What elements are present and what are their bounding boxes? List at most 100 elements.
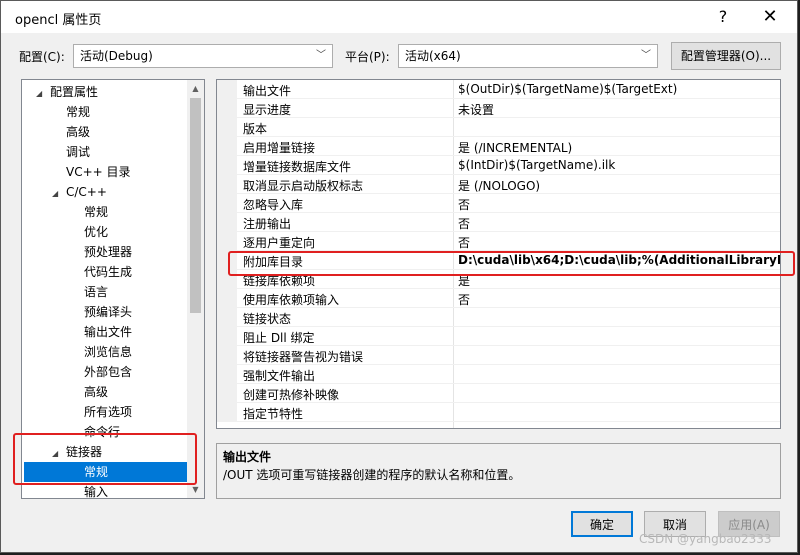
platform-select[interactable]: 活动(x64) ﹀: [398, 44, 658, 68]
tree-item[interactable]: ◢ C/C++: [22, 182, 187, 202]
help-button[interactable]: ?: [709, 5, 737, 29]
tree-item-label: 调试: [66, 145, 91, 159]
property-row[interactable]: 逐用户重定向 否: [217, 232, 780, 251]
property-row[interactable]: 取消显示启动版权标志 是 (/NOLOGO): [217, 175, 780, 194]
property-row[interactable]: 将链接器警告视为错误: [217, 346, 780, 365]
config-manager-button[interactable]: 配置管理器(O)...: [671, 42, 781, 70]
config-label: 配置(C):: [19, 50, 65, 64]
tree-item-label: C/C++: [66, 185, 107, 199]
watermark: CSDN @yangbao2333: [639, 532, 772, 546]
property-row[interactable]: 显示进度 未设置: [217, 99, 780, 118]
property-name: 版本: [243, 122, 268, 136]
tree-item[interactable]: 常规: [22, 202, 187, 222]
property-row[interactable]: 创建可热修补映像: [217, 384, 780, 403]
property-name: 指定节特性: [243, 407, 304, 421]
property-row[interactable]: 指定节特性: [217, 403, 780, 422]
property-row[interactable]: 版本: [217, 118, 780, 137]
property-value[interactable]: 否: [458, 215, 470, 232]
chevron-down-icon: ﹀: [316, 50, 326, 61]
tree-item[interactable]: 所有选项: [22, 402, 187, 422]
row-gutter: [217, 156, 237, 174]
row-gutter: [217, 308, 237, 326]
property-name: 显示进度: [243, 103, 292, 117]
property-row[interactable]: 阻止 Dll 绑定: [217, 327, 780, 346]
tree-item[interactable]: 输出文件: [22, 322, 187, 342]
property-row[interactable]: 忽略导入库 否: [217, 194, 780, 213]
tree-item[interactable]: 预编译头: [22, 302, 187, 322]
property-name: 输出文件: [243, 84, 292, 98]
property-row[interactable]: 链接状态: [217, 308, 780, 327]
row-gutter: [217, 403, 237, 421]
tree-item[interactable]: 预处理器: [22, 242, 187, 262]
config-select-value: 活动(Debug): [80, 49, 153, 63]
row-gutter: [217, 384, 237, 402]
row-gutter: [217, 80, 237, 98]
row-gutter: [217, 175, 237, 193]
tree-item-label: 输入: [84, 485, 109, 499]
tree-item[interactable]: 语言: [22, 282, 187, 302]
property-name: 取消显示启动版权标志: [243, 179, 364, 193]
tree-item[interactable]: 高级: [22, 122, 187, 142]
property-row[interactable]: 启用增量链接 是 (/INCREMENTAL): [217, 137, 780, 156]
tree-item-label: 预处理器: [84, 245, 133, 259]
property-value[interactable]: 是 (/NOLOGO): [458, 177, 540, 194]
scroll-up-icon[interactable]: ▲: [187, 80, 204, 97]
property-row[interactable]: 增量链接数据库文件 $(IntDir)$(TargetName).ilk: [217, 156, 780, 175]
tree-item[interactable]: 代码生成: [22, 262, 187, 282]
tree-item[interactable]: 常规: [22, 102, 187, 122]
property-name: 增量链接数据库文件: [243, 160, 352, 174]
expand-triangle-icon[interactable]: ◢: [52, 184, 66, 204]
tree-item[interactable]: 调试: [22, 142, 187, 162]
tree-item-label: 优化: [84, 225, 109, 239]
property-name: 强制文件输出: [243, 369, 316, 383]
config-select[interactable]: 活动(Debug) ﹀: [73, 44, 333, 68]
property-name: 逐用户重定向: [243, 236, 316, 250]
tree-item-label: 高级: [84, 385, 109, 399]
tree-item[interactable]: 优化: [22, 222, 187, 242]
property-name: 启用增量链接: [243, 141, 316, 155]
highlight-linker-box: [13, 433, 197, 485]
property-value[interactable]: 未设置: [458, 101, 494, 118]
property-row[interactable]: 注册输出 否: [217, 213, 780, 232]
window-title: opencl 属性页: [15, 13, 102, 28]
property-value[interactable]: $(IntDir)$(TargetName).ilk: [458, 158, 615, 172]
tree-item-label: 常规: [84, 205, 109, 219]
property-name: 注册输出: [243, 217, 292, 231]
tree-item-label: 代码生成: [84, 265, 133, 279]
row-gutter: [217, 365, 237, 383]
row-gutter: [217, 289, 237, 307]
tree-item[interactable]: 浏览信息: [22, 342, 187, 362]
tree-item-label: VC++ 目录: [66, 165, 131, 179]
ok-button[interactable]: 确定: [571, 511, 633, 537]
property-row[interactable]: 输出文件 $(OutDir)$(TargetName)$(TargetExt): [217, 80, 780, 99]
property-row[interactable]: 强制文件输出: [217, 365, 780, 384]
property-value[interactable]: 否: [458, 291, 470, 308]
property-value[interactable]: $(OutDir)$(TargetName)$(TargetExt): [458, 82, 677, 96]
row-gutter: [217, 137, 237, 155]
tree-item-label: 常规: [66, 105, 91, 119]
tree-item[interactable]: 高级: [22, 382, 187, 402]
tree-item[interactable]: ◢ 配置属性: [22, 82, 187, 102]
property-value[interactable]: 是 (/INCREMENTAL): [458, 139, 572, 156]
tree-item-label: 预编译头: [84, 305, 133, 319]
title-bar: opencl 属性页 ? ✕: [1, 1, 797, 33]
property-row[interactable]: 使用库依赖项输入 否: [217, 289, 780, 308]
row-gutter: [217, 118, 237, 136]
property-value[interactable]: 否: [458, 234, 470, 251]
property-value[interactable]: 否: [458, 196, 470, 213]
tree-item-label: 外部包含: [84, 365, 133, 379]
property-name: 链接状态: [243, 312, 292, 326]
tree-item[interactable]: 外部包含: [22, 362, 187, 382]
property-name: 创建可热修补映像: [243, 388, 340, 402]
platform-select-value: 活动(x64): [405, 49, 461, 63]
tree-item-label: 配置属性: [50, 85, 99, 99]
property-name: 使用库依赖项输入: [243, 293, 340, 307]
description-text: /OUT 选项可重写链接器创建的程序的默认名称和位置。: [223, 468, 521, 482]
scrollbar-thumb[interactable]: [190, 98, 201, 313]
expand-triangle-icon[interactable]: ◢: [36, 84, 50, 104]
close-button[interactable]: ✕: [753, 4, 787, 30]
tree-item[interactable]: VC++ 目录: [22, 162, 187, 182]
row-gutter: [217, 346, 237, 364]
row-gutter: [217, 99, 237, 117]
row-gutter: [217, 232, 237, 250]
